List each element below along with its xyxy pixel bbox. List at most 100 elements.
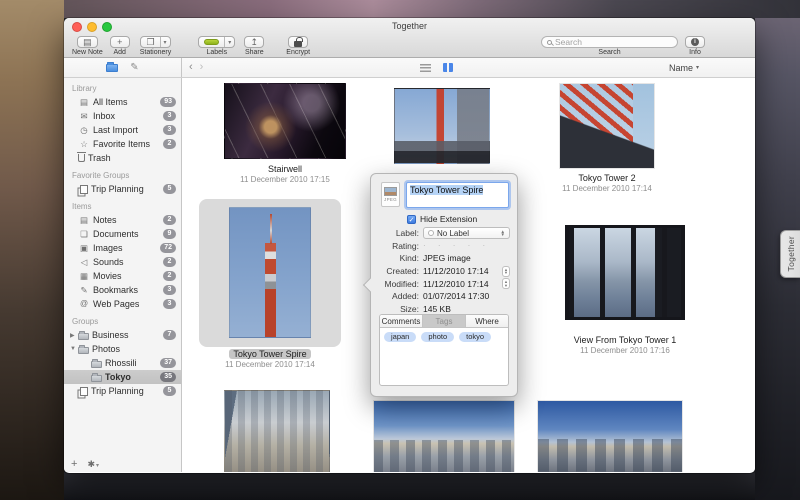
sidebar-item-last-import[interactable]: Last Import3 [64,123,181,137]
modified-stepper[interactable] [502,278,510,289]
photo-title[interactable]: Tokyo Tower Spire [190,349,350,360]
rating-row-label: Rating: [379,241,419,251]
hide-extension-label: Hide Extension [420,214,477,224]
sort-by-dropdown[interactable]: Name ▾ [669,63,699,73]
labels-group: ▾ Labels [198,36,235,56]
count-badge: 2 [163,139,176,149]
toolbar: ▤ New Note + Add ❐ ▾ Stationery ▾ Labels [64,35,755,58]
drawer-tab-label: Together [786,236,796,271]
folders-mode-icon[interactable] [106,64,118,72]
tag-photo[interactable]: photo [421,332,454,342]
tag-japan[interactable]: japan [384,332,416,342]
sidebar-item-inbox[interactable]: Inbox3 [64,109,181,123]
sidebar-item-favorite-items[interactable]: Favorite Items2 [64,137,181,151]
info-label: Info [689,49,701,56]
photo-caption: View From Tokyo Tower 111 December 2010 … [545,335,705,356]
app-window: Together ▤ New Note + Add ❐ ▾ Stationery [64,18,755,473]
search-group: Search [541,36,678,56]
sidebar-item-label: Images [93,243,123,253]
count-badge: 3 [163,299,176,309]
window-chrome: Together ▤ New Note + Add ❐ ▾ Stationery [64,18,755,58]
sidebar-item-movies[interactable]: Movies2 [64,269,181,283]
sidebar-item-label: Sounds [93,257,124,267]
sidebar-item-web-pages[interactable]: Web Pages3 [64,297,181,311]
back-button[interactable]: ‹ [189,62,193,73]
photo-date: 11 December 2010 17:16 [545,346,705,356]
label-select[interactable]: No Label [423,227,510,239]
sidebar-item-tokyo[interactable]: Tokyo35 [64,370,181,384]
zoom-window-button[interactable] [102,22,112,32]
sidebar-item-bookmarks[interactable]: Bookmarks3 [64,283,181,297]
info-button[interactable]: i [685,36,705,48]
photo-date: 11 December 2010 17:15 [205,175,365,185]
share-icon: ↥ [251,37,259,47]
search-input-field[interactable] [555,37,672,47]
sidebar-item-photos[interactable]: ▼Photos [64,342,181,356]
minimize-window-button[interactable] [87,22,97,32]
tab-where[interactable]: Where [466,315,508,327]
item-name-field[interactable]: Tokyo Tower Spire [406,182,509,208]
photo-title[interactable]: Tokyo Tower 2 [527,173,687,184]
action-menu-button[interactable] [87,459,99,470]
sidebar-section-favorite-groups: Favorite Groups [64,165,181,182]
sidebar-item-sounds[interactable]: Sounds2 [64,255,181,269]
tab-comments[interactable]: Comments [380,315,423,327]
encrypt-button[interactable] [288,36,308,48]
created-stepper[interactable] [502,266,510,277]
sidebar-mode-switcher: ✎ [64,58,182,77]
edit-mode-icon[interactable]: ✎ [130,63,138,73]
add-button[interactable]: + [110,36,130,48]
sidebar-item-trash[interactable]: Trash [64,151,181,165]
forward-button[interactable]: › [200,62,204,73]
list-view-icon[interactable] [420,64,431,72]
disclosure-triangle[interactable]: ▶ [70,332,78,339]
added-row: Added: 01/07/2014 17:30 [371,290,517,303]
metadata-tabs: CommentsTagsWhere [380,315,508,328]
sidebar-item-business[interactable]: ▶Business7 [64,328,181,342]
search-input[interactable] [541,36,678,48]
tag-tokyo[interactable]: tokyo [459,332,491,342]
gear-icon [87,459,95,470]
sidebar-item-trip-planning[interactable]: Trip Planning5 [64,182,181,196]
share-label: Share [245,49,264,56]
add-group-button[interactable] [71,458,77,470]
photo-thumbnail-cityb[interactable] [373,400,515,472]
photo-thumbnail-towerday[interactable] [394,88,490,164]
grid-view-icon[interactable] [443,63,453,72]
photo-title[interactable]: Stairwell [205,164,365,175]
file-type-label: JPEG [384,197,397,202]
sidebar-item-images[interactable]: Images72 [64,241,181,255]
count-badge: 5 [163,386,176,396]
rating-stars[interactable]: · · · · · [423,241,490,250]
sidebar-item-trip-planning[interactable]: Trip Planning5 [64,384,181,398]
stationery-button[interactable]: ❐ ▾ [140,36,170,48]
photo-thumbnail-cityc[interactable] [537,400,683,472]
doc-icon [78,229,90,239]
photo-date: 11 December 2010 17:14 [527,184,687,194]
drawer-tab-together[interactable]: Together [780,230,800,278]
labels-button[interactable]: ▾ [198,36,235,48]
titlebar[interactable]: Together [64,18,755,35]
tab-tags[interactable]: Tags [423,315,466,327]
note-icon [78,215,90,225]
sidebar-item-notes[interactable]: Notes2 [64,213,181,227]
folder-icon [91,375,102,382]
hide-extension-checkbox[interactable] [407,215,416,224]
disclosure-triangle[interactable]: ▼ [70,346,78,352]
sidebar-item-rhossili[interactable]: Rhossili37 [64,356,181,370]
photo-thumbnail-tokyo-tower-2[interactable] [559,83,655,169]
photo-thumbnail-citya[interactable] [224,390,330,472]
photo-title[interactable]: View From Tokyo Tower 1 [545,335,705,346]
photo-thumbnail-view-from-tokyo-tower-1[interactable] [565,225,685,320]
sidebar-item-all-items[interactable]: All Items93 [64,95,181,109]
photo-thumbnail-tokyo-tower-spire[interactable] [229,207,311,338]
added-value: 01/07/2014 17:30 [423,291,489,301]
new-note-button[interactable]: ▤ [77,36,98,48]
chevron-down-icon: ▾ [228,39,231,46]
sidebar-item-documents[interactable]: Documents9 [64,227,181,241]
close-window-button[interactable] [72,22,82,32]
photo-thumbnail-stairwell[interactable] [224,83,346,159]
count-badge: 2 [163,271,176,281]
share-button[interactable]: ↥ [244,36,264,48]
no-label-swatch-icon [428,230,434,236]
